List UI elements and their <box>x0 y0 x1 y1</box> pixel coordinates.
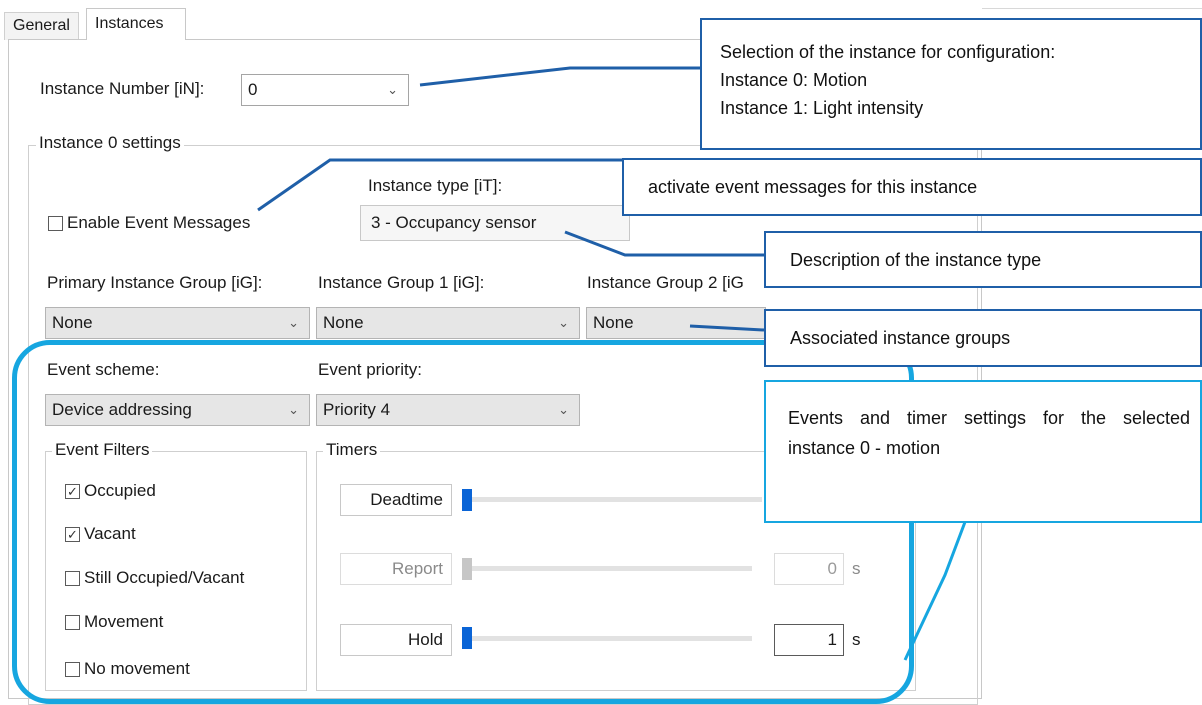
connector-groups <box>689 324 765 332</box>
callout-line: Instance 0: Motion <box>720 70 868 90</box>
callout-events: Events and timer settings for the select… <box>764 380 1202 523</box>
callout-groups: Associated instance groups <box>764 309 1202 367</box>
callout-event-messages: activate event messages for this instanc… <box>622 158 1202 216</box>
callout-instance-type: Description of the instance type <box>764 231 1202 288</box>
connector-event-messages <box>257 158 622 212</box>
callout-line: Instance 1: Light intensity <box>720 98 924 118</box>
tab-instances[interactable]: Instances <box>86 8 186 40</box>
callout-line: Selection of the instance for configurat… <box>720 42 1056 62</box>
callout-instance-selection: Selection of the instance for configurat… <box>700 18 1202 150</box>
connector-instance-selection <box>419 66 710 87</box>
connector-instance-type <box>564 230 764 257</box>
connector-events <box>903 521 967 661</box>
